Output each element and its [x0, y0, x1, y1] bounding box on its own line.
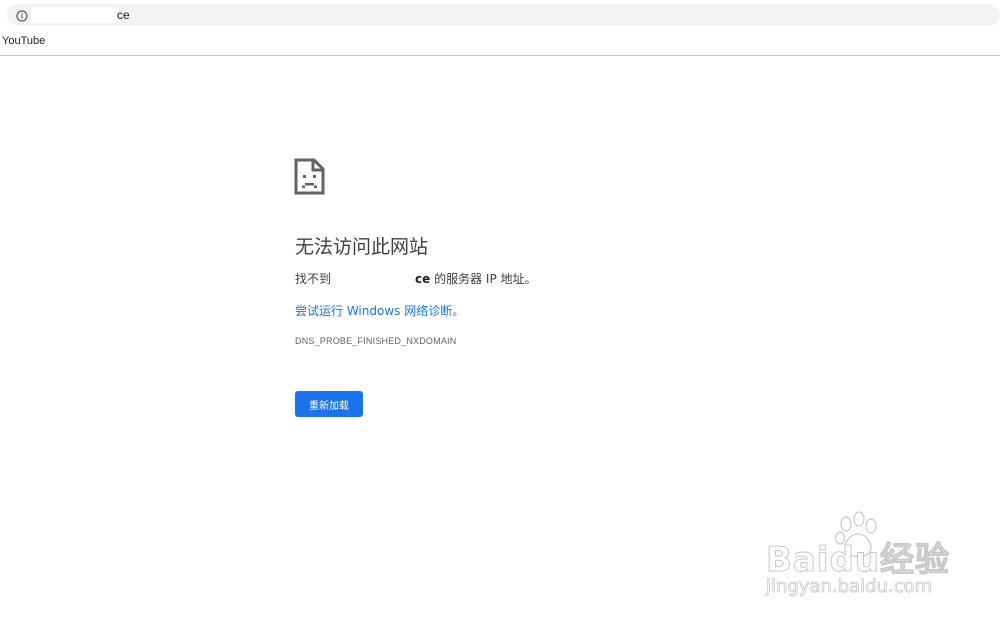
baidu-watermark: Baidu经验 jingyan.baidu.com: [760, 510, 960, 610]
tab-strip-edge: [620, 0, 800, 2]
watermark-main: Baidu经验: [765, 540, 951, 581]
desc-host: ce: [415, 272, 431, 286]
desc-prefix: 找不到: [295, 272, 332, 286]
watermark-sub: jingyan.baidu.com: [766, 576, 933, 598]
bookmarks-bar: YouTube: [0, 28, 1000, 56]
network-diagnostics-link[interactable]: 尝试运行 Windows 网络诊断。: [295, 302, 464, 319]
error-title: 无法访问此网站: [295, 236, 429, 258]
error-description: 找不到 ce 的服务器 IP 地址。: [295, 270, 537, 287]
desc-suffix: 的服务器 IP 地址。: [430, 272, 537, 286]
info-icon[interactable]: [16, 9, 28, 22]
url-redacted: [31, 7, 117, 23]
error-code: DNS_PROBE_FINISHED_NXDOMAIN: [295, 336, 457, 346]
sad-page-icon: [294, 158, 325, 195]
reload-button[interactable]: 重新加载: [295, 391, 363, 417]
address-bar[interactable]: ce: [7, 4, 1000, 26]
url-text[interactable]: ce: [117, 8, 130, 22]
bookmark-youtube[interactable]: YouTube: [2, 35, 45, 47]
